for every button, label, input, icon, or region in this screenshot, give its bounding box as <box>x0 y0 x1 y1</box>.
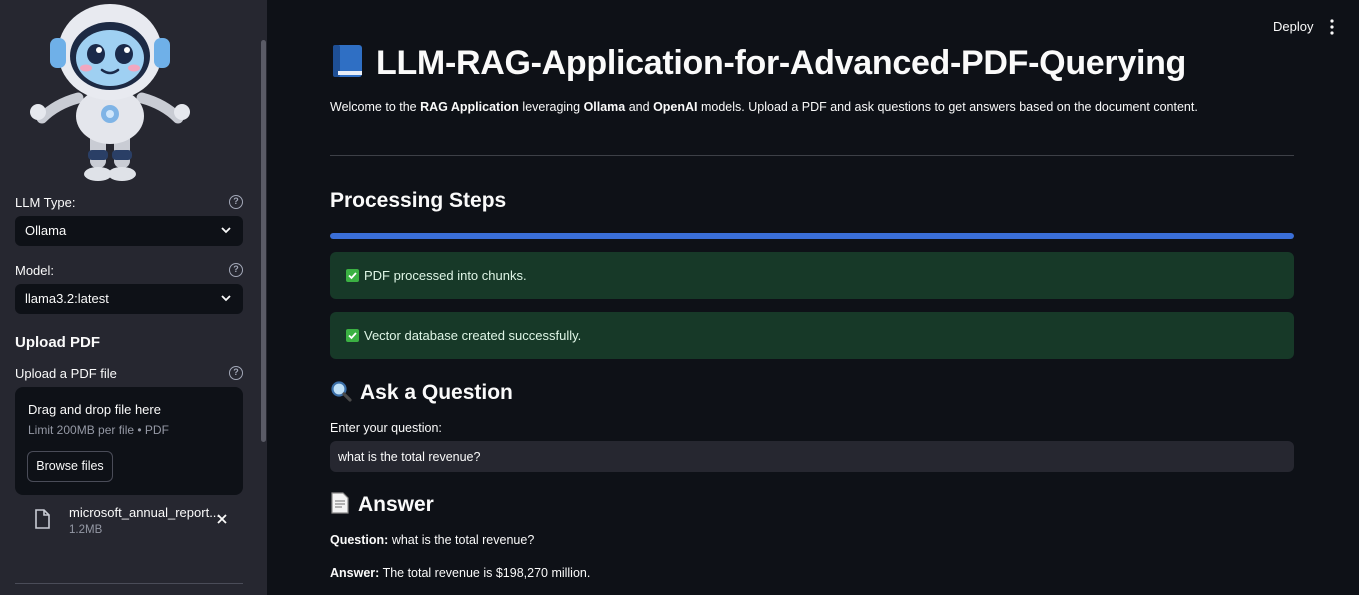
check-icon <box>346 269 359 282</box>
status-message: Vector database created successfully. <box>330 312 1294 359</box>
uploaded-file-name: microsoft_annual_report... <box>69 505 221 520</box>
model-value: llama3.2:latest <box>25 291 109 306</box>
upload-label: Upload a PDF file <box>15 366 117 381</box>
file-dropzone[interactable]: Drag and drop file here Limit 200MB per … <box>15 387 243 495</box>
robot-mascot-icon <box>30 4 190 181</box>
status-message: PDF processed into chunks. <box>330 252 1294 299</box>
page-title: LLM-RAG-Application-for-Advanced-PDF-Que… <box>330 43 1186 83</box>
upload-heading: Upload PDF <box>15 334 100 351</box>
sidebar: LLM Type: ? Ollama Model: ? llama3.2:lat… <box>0 0 267 595</box>
file-icon <box>35 509 50 529</box>
processing-heading: Processing Steps <box>330 189 507 212</box>
dropzone-title: Drag and drop file here <box>28 402 161 417</box>
divider <box>330 155 1294 156</box>
question-input[interactable] <box>330 441 1294 472</box>
blue-book-icon <box>333 45 362 77</box>
model-select[interactable]: llama3.2:latest <box>15 284 243 314</box>
answer-text: Answer: The total revenue is $198,270 mi… <box>330 566 591 580</box>
model-label: Model: <box>15 263 55 278</box>
chevron-down-icon <box>221 295 231 302</box>
deploy-button[interactable]: Deploy <box>1273 19 1313 34</box>
progress-bar <box>330 233 1294 239</box>
dropzone-limit: Limit 200MB per file • PDF <box>28 423 169 437</box>
check-icon <box>346 329 359 342</box>
document-icon <box>331 492 349 514</box>
help-icon[interactable]: ? <box>229 195 243 209</box>
llm-type-label: LLM Type: <box>15 195 76 210</box>
sidebar-scrollbar[interactable] <box>261 40 266 442</box>
uploaded-file-size: 1.2MB <box>69 524 103 536</box>
help-icon[interactable]: ? <box>229 366 243 380</box>
progress-bar-fill <box>330 233 1294 239</box>
sidebar-divider <box>15 583 243 584</box>
magnifier-icon <box>331 381 352 402</box>
help-icon[interactable]: ? <box>229 263 243 277</box>
welcome-text: Welcome to the RAG Application leveragin… <box>330 100 1198 114</box>
question-echo: Question: what is the total revenue? <box>330 533 535 547</box>
chevron-down-icon <box>221 227 231 234</box>
question-label: Enter your question: <box>330 421 442 435</box>
close-icon[interactable] <box>216 513 228 525</box>
browse-files-button[interactable]: Browse files <box>27 451 113 482</box>
ask-heading: Ask a Question <box>330 380 513 405</box>
answer-heading: Answer <box>330 492 434 517</box>
llm-type-value: Ollama <box>25 223 67 238</box>
kebab-menu-icon[interactable] <box>1327 19 1337 35</box>
llm-type-select[interactable]: Ollama <box>15 216 243 246</box>
page-title-text: LLM-RAG-Application-for-Advanced-PDF-Que… <box>376 44 1187 82</box>
